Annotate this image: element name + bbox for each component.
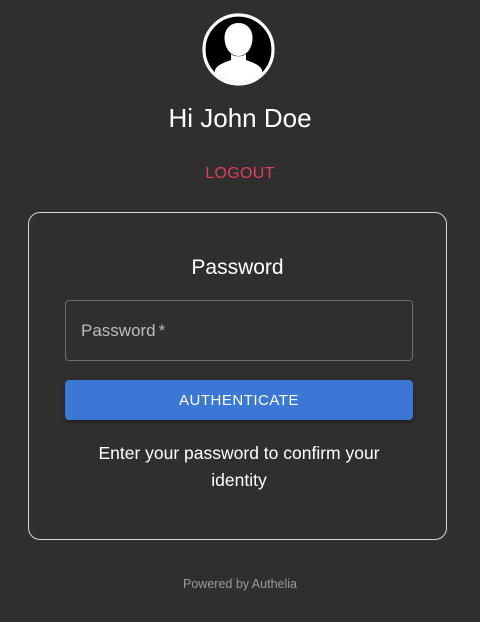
logout-link[interactable]: LOGOUT bbox=[0, 164, 480, 184]
password-hint: Enter your password to confirm your iden… bbox=[98, 443, 380, 490]
password-input[interactable] bbox=[66, 301, 412, 360]
authentication-card: Password Password * AUTHENTICATE Enter yo… bbox=[28, 212, 447, 540]
greeting-text: Hi John Doe bbox=[168, 103, 312, 133]
authenticate-button[interactable]: AUTHENTICATE bbox=[65, 380, 413, 420]
card-title: Password bbox=[191, 256, 284, 279]
user-avatar-icon bbox=[202, 13, 275, 86]
powered-by-footer: Powered by Authelia bbox=[183, 577, 297, 591]
password-field[interactable]: Password * bbox=[65, 300, 413, 361]
authelia-page: Hi John Doe LOGOUT Password Password * AU… bbox=[0, 0, 480, 622]
